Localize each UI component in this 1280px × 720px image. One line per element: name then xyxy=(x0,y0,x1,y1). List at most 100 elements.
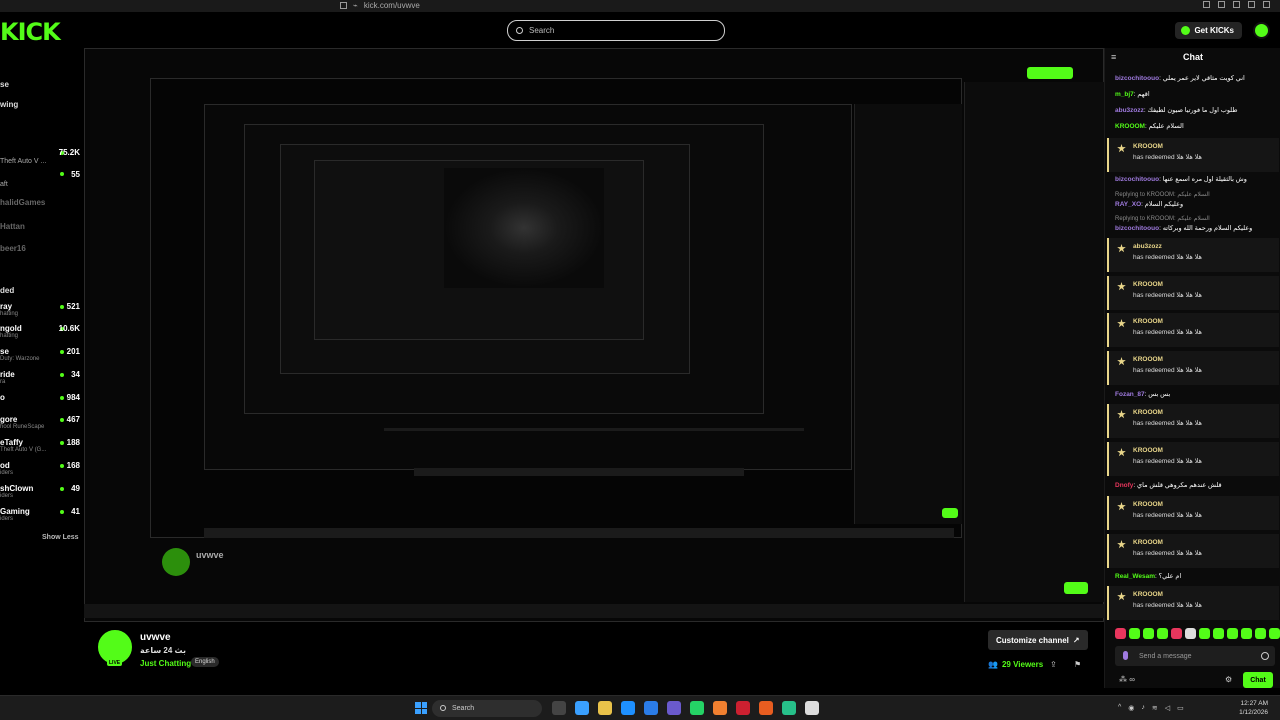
emote-icon[interactable] xyxy=(1171,628,1182,639)
search-placeholder: Search xyxy=(529,26,555,35)
language-tag[interactable]: English xyxy=(191,657,219,667)
sidebar-channel[interactable]: shClown iders 49 xyxy=(0,484,80,500)
customize-channel-button[interactable]: Customize channel ↗ xyxy=(988,630,1088,650)
redeem-message[interactable]: KROOOM has redeemed هلا هلا هلا xyxy=(1107,586,1279,620)
sidebar-nav-following[interactable]: wing xyxy=(0,100,18,109)
notepad-icon[interactable] xyxy=(805,701,819,715)
chat-message[interactable]: Fozan_87: بس بس xyxy=(1115,391,1277,399)
sidebar-channel-offline[interactable]: beer16 xyxy=(0,244,80,260)
address-bar[interactable]: ⌁ kick.com/uvwve xyxy=(340,1,420,10)
taskbar-search[interactable]: Search xyxy=(432,700,542,717)
menu-icon[interactable] xyxy=(1263,1,1270,8)
emote-icon[interactable] xyxy=(1199,628,1210,639)
sidebar-channel[interactable]: se Duty: Warzone 201 xyxy=(0,347,80,363)
emote-icon[interactable] xyxy=(1157,628,1168,639)
store-icon[interactable] xyxy=(644,701,658,715)
kicks-coin-icon xyxy=(1181,26,1191,35)
redeem-message[interactable]: KROOOM has redeemed هلا هلا هلا xyxy=(1107,276,1279,310)
whatsapp-icon[interactable] xyxy=(690,701,704,715)
chat-message[interactable]: bizcochitoouo: وعليكم السلام ورحمة الله … xyxy=(1115,225,1277,233)
chat-message[interactable]: abu3zozz: طلوب اول ما فورتيا صيون لطيفك xyxy=(1115,107,1277,115)
redeem-message[interactable]: KROOOM has redeemed هلا هلا هلا xyxy=(1107,313,1279,347)
sidebar-channel[interactable]: od iders 168 xyxy=(0,461,80,477)
redeem-message[interactable]: KROOOM has redeemed هلا هلا هلا xyxy=(1107,442,1279,476)
search-input[interactable]: Search xyxy=(507,20,725,41)
message-input[interactable]: Send a message xyxy=(1115,646,1275,666)
chevron-up-icon[interactable]: ^ xyxy=(1118,704,1121,712)
emote-icon[interactable] xyxy=(1269,628,1280,639)
sidebar-channel[interactable]: Theft Auto V ... 55 xyxy=(0,158,80,179)
sidebar-channel[interactable]: Gaming iders 41 xyxy=(0,507,80,523)
sidebar-channel[interactable]: eTaffy Theft Auto V (G... 188 xyxy=(0,438,80,454)
stream-player[interactable]: uvwve xyxy=(84,48,1104,622)
chat-features-icon[interactable]: ⁂ ∞ xyxy=(1119,675,1135,684)
windows-start-icon[interactable] xyxy=(415,702,427,714)
edge-icon[interactable] xyxy=(621,701,635,715)
app-icon[interactable] xyxy=(736,701,750,715)
sidebar-icon[interactable] xyxy=(1233,1,1240,8)
chat-message[interactable]: bizcochitoouo: وش بالثقيلة اول مره اسمع … xyxy=(1115,176,1277,184)
bookmark-icon[interactable] xyxy=(340,2,347,9)
emote-icon[interactable] xyxy=(1227,628,1238,639)
sidebar-channel[interactable]: gore hool RuneScape 467 xyxy=(0,415,80,431)
emote-icon[interactable] xyxy=(1213,628,1224,639)
copilot-icon[interactable] xyxy=(575,701,589,715)
emote-icon[interactable] xyxy=(1255,628,1266,639)
battery-icon[interactable]: ▭ xyxy=(1177,704,1184,712)
brave-icon[interactable] xyxy=(713,701,727,715)
report-icon[interactable]: ⚑ xyxy=(1074,660,1081,669)
sidebar-channel[interactable]: ride ra 34 xyxy=(0,370,80,386)
discord-icon[interactable] xyxy=(667,701,681,715)
browser-icon[interactable] xyxy=(759,701,773,715)
emote-icon[interactable] xyxy=(1185,628,1196,639)
sidebar-channel[interactable]: ngold hatting 10.6K xyxy=(0,324,80,340)
chat-message[interactable]: Real_Wesam: ام علي؟ xyxy=(1115,573,1277,581)
chat-message[interactable]: bizcochitoouo: اني كويت مثاقي لاير عمر ي… xyxy=(1115,75,1277,83)
mic-icon[interactable]: ♪ xyxy=(1141,704,1145,712)
redeem-message[interactable]: KROOOM has redeemed هلا هلا هلا xyxy=(1107,138,1279,172)
taskbar-clock[interactable]: 12:27 AM 1/12/2026 xyxy=(1239,699,1268,717)
gear-icon[interactable]: ⚙ xyxy=(1225,675,1232,684)
sidebar-channel[interactable]: o 984 xyxy=(0,393,80,409)
sidebar-channel-offline[interactable]: halidGames xyxy=(0,198,80,214)
sidebar-channel[interactable]: aft xyxy=(0,181,80,197)
user-avatar[interactable] xyxy=(1253,22,1270,39)
tabs-icon[interactable] xyxy=(1248,1,1255,8)
emote-icon[interactable] xyxy=(1115,628,1126,639)
share-icon[interactable] xyxy=(1203,1,1210,8)
redeem-message[interactable]: KROOOM has redeemed هلا هلا هلا xyxy=(1107,404,1279,438)
file-explorer-icon[interactable] xyxy=(598,701,612,715)
kick-logo[interactable]: KICK xyxy=(0,18,61,46)
emote-icon[interactable] xyxy=(1143,628,1154,639)
emote-icon[interactable] xyxy=(1129,628,1140,639)
network-icon[interactable]: ◉ xyxy=(1128,704,1134,712)
redeem-message[interactable]: KROOOM has redeemed هلا هلا هلا xyxy=(1107,534,1279,568)
redeem-message[interactable]: KROOOM has redeemed هلا هلا هلا xyxy=(1107,351,1279,385)
chat-send-button[interactable]: Chat xyxy=(1243,672,1273,688)
chat-message[interactable]: RAY_XO: وعليكم السلام xyxy=(1115,201,1277,209)
emoji-icon[interactable] xyxy=(1261,652,1269,660)
microphone-icon[interactable] xyxy=(1123,651,1128,660)
volume-icon[interactable]: ◁ xyxy=(1165,704,1170,712)
redeem-message[interactable]: KROOOM has redeemed هلا هلا هلا xyxy=(1107,496,1279,530)
channel-avatar[interactable]: LIVE xyxy=(98,630,132,666)
nested-chat-button xyxy=(942,508,958,518)
category-link[interactable]: Just Chatting xyxy=(140,659,191,668)
redeem-message[interactable]: abu3zozz has redeemed هلا هلا هلا xyxy=(1107,238,1279,272)
obs-icon[interactable] xyxy=(782,701,796,715)
extension-icon[interactable] xyxy=(1218,1,1225,8)
show-less-button[interactable]: Show Less xyxy=(42,534,79,541)
channel-name[interactable]: uvwve xyxy=(140,632,171,643)
sidebar-channel-offline[interactable]: Hattan xyxy=(0,222,80,238)
share-icon[interactable]: ⇪ xyxy=(1050,660,1057,669)
chat-message[interactable]: Dnofy: قلش عندهم مكروهي قلش ماي xyxy=(1115,482,1277,490)
chat-message[interactable]: KROOOM: السلام عليكم xyxy=(1115,123,1277,131)
emote-icon[interactable] xyxy=(1241,628,1252,639)
sidebar-channel[interactable]: ray hatting 521 xyxy=(0,302,80,318)
wifi-icon[interactable]: ≋ xyxy=(1152,704,1158,712)
get-kicks-button[interactable]: Get KICKs xyxy=(1175,22,1242,39)
task-view-icon[interactable] xyxy=(552,701,566,715)
sidebar-nav-browse[interactable]: se xyxy=(0,80,9,89)
chat-message[interactable]: m_bj7: اقهم xyxy=(1115,91,1277,99)
url-text[interactable]: kick.com/uvwve xyxy=(364,1,420,10)
